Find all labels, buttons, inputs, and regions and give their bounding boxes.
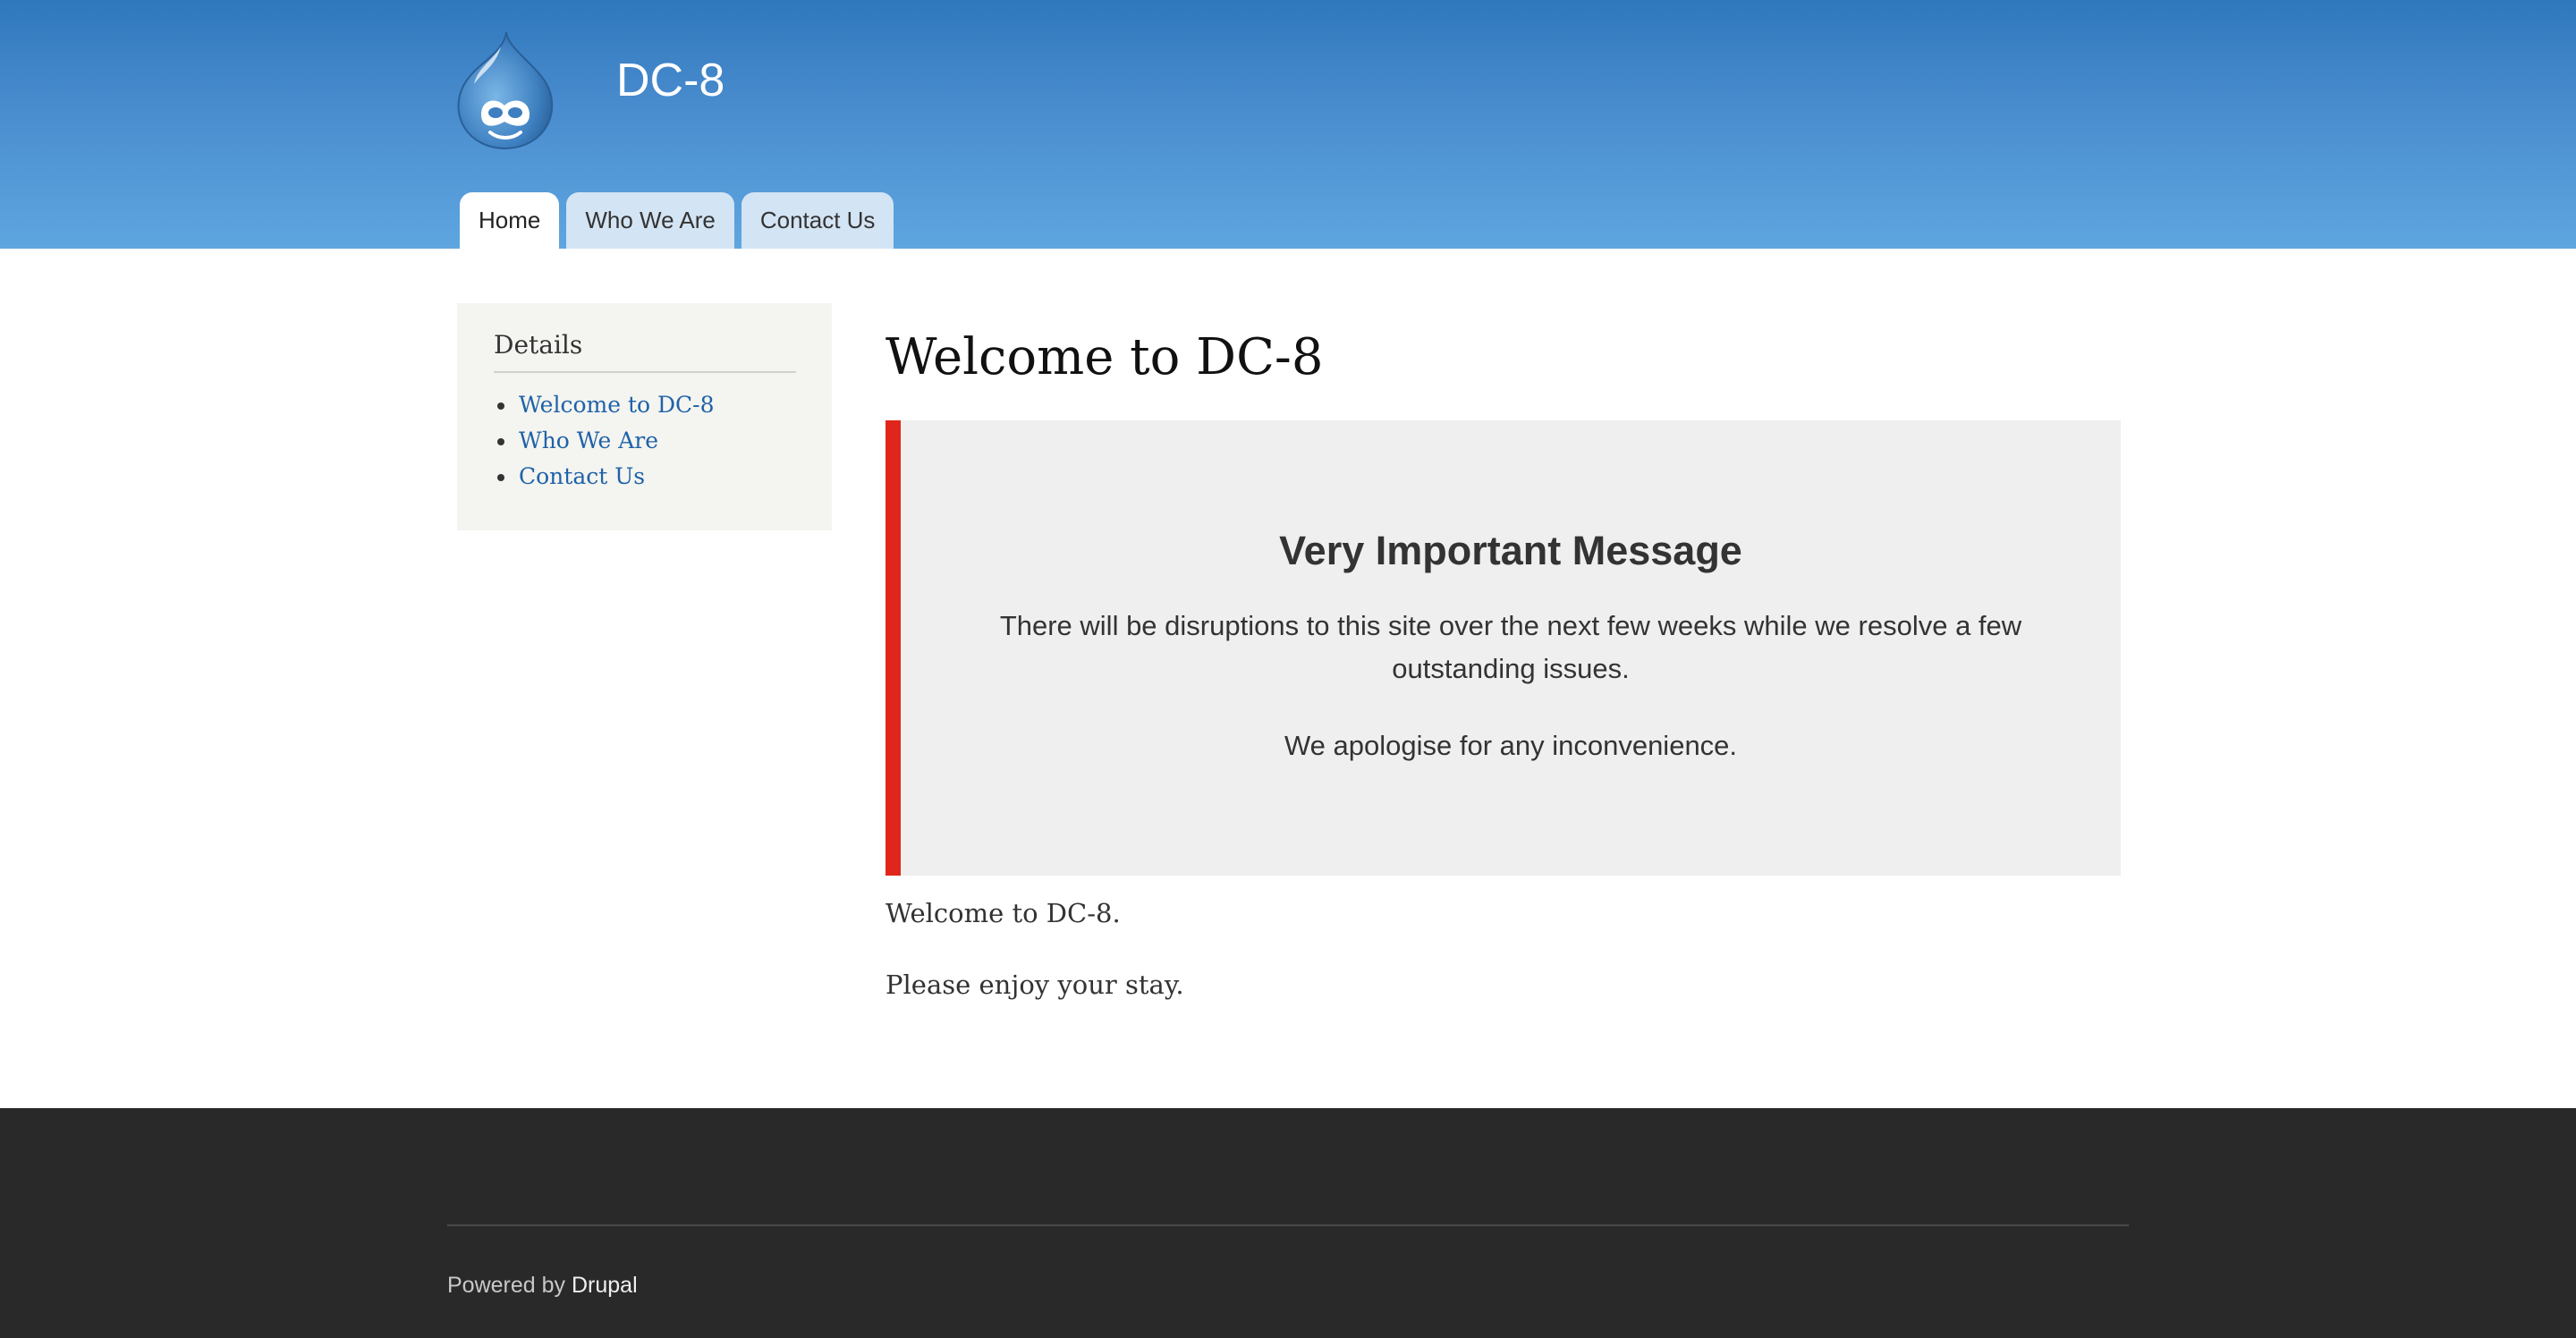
drupal-link[interactable]: Drupal <box>572 1273 638 1298</box>
tab-who-we-are[interactable]: Who We Are <box>566 192 734 249</box>
sidebar-link-who-we-are[interactable]: Who We Are <box>519 428 658 453</box>
site-name[interactable]: DC-8 <box>616 48 724 113</box>
important-message-box: Very Important Message There will be dis… <box>886 420 2121 876</box>
primary-tabs: Home Who We Are Contact Us <box>460 192 901 249</box>
body-paragraph-welcome: Welcome to DC-8. <box>886 898 1121 928</box>
page-title: Welcome to DC-8 <box>886 328 1324 386</box>
tab-home[interactable]: Home <box>460 192 560 249</box>
list-item: Who We Are <box>517 423 796 459</box>
sidebar-title: Details <box>494 330 796 373</box>
drupal-logo-icon[interactable] <box>451 29 558 154</box>
powered-by-prefix: Powered by <box>447 1273 566 1298</box>
notice-apology-text: We apologise for any inconvenience. <box>1284 730 1738 761</box>
list-item: Contact Us <box>517 459 796 495</box>
notice-text: There will be disruptions to this site o… <box>999 610 2022 684</box>
footer-divider <box>447 1224 2129 1226</box>
site-footer: Powered by Drupal <box>0 1108 2576 1338</box>
sidebar-link-list: Welcome to DC-8 Who We Are Contact Us <box>494 387 796 495</box>
powered-by-text: Powered by Drupal <box>447 1273 638 1299</box>
sidebar-link-welcome[interactable]: Welcome to DC-8 <box>519 392 715 418</box>
site-header: DC-8 Home Who We Are Contact Us <box>0 0 2576 249</box>
notice-title: Very Important Message <box>1279 528 1742 573</box>
list-item: Welcome to DC-8 <box>517 387 796 423</box>
sidebar-details-block: Details Welcome to DC-8 Who We Are Conta… <box>457 303 832 530</box>
body-paragraph-enjoy: Please enjoy your stay. <box>886 970 1184 1000</box>
tab-contact-us[interactable]: Contact Us <box>741 192 894 249</box>
sidebar-link-contact-us[interactable]: Contact Us <box>519 463 645 489</box>
